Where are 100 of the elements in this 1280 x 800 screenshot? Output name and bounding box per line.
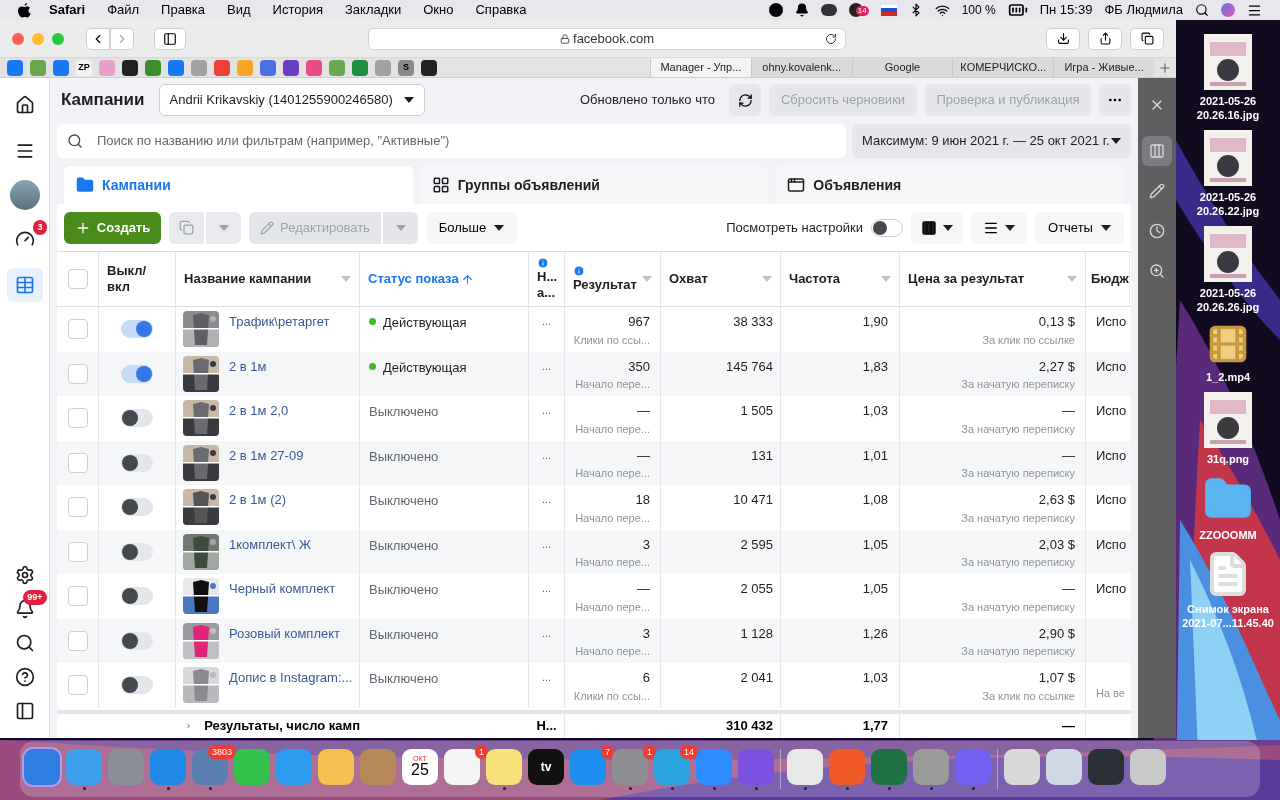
reload-icon[interactable] xyxy=(825,32,837,45)
close-window-button[interactable] xyxy=(12,32,24,45)
menu-item[interactable]: Файл xyxy=(107,0,140,20)
account-dropdown[interactable]: Andrii Krikavskiy (1401255900246580) xyxy=(158,84,425,116)
edit-menu-button[interactable] xyxy=(383,211,418,244)
browser-tab[interactable]: КОМЕРЧИСКО... xyxy=(952,58,1054,77)
clock[interactable]: Пн 15:39 xyxy=(1039,0,1093,20)
reports-button[interactable]: Отчеты xyxy=(1035,211,1124,244)
column-header[interactable]: Н... а... xyxy=(537,269,557,301)
campaign-link[interactable]: 2 в 1м 27-09 xyxy=(229,444,304,465)
flag-icon[interactable] xyxy=(880,4,897,16)
app-icon[interactable] xyxy=(444,748,480,785)
sidebar-button[interactable] xyxy=(154,27,186,50)
row-checkbox[interactable] xyxy=(67,363,88,384)
zoom-window-button[interactable] xyxy=(52,32,64,45)
toggle-switch[interactable] xyxy=(121,409,153,428)
app-icon[interactable] xyxy=(1004,748,1040,785)
column-header[interactable]: Частота xyxy=(789,271,840,287)
bookmark-button[interactable] xyxy=(283,59,299,76)
browser-tab[interactable]: Google xyxy=(851,58,953,77)
column-header[interactable]: Выкл/ вкл xyxy=(107,263,151,295)
back-button[interactable] xyxy=(86,27,110,50)
bell-icon[interactable] xyxy=(794,3,809,17)
side-tool-button[interactable] xyxy=(1142,136,1172,166)
level-tab[interactable]: Объявления xyxy=(775,166,1124,204)
row-checkbox[interactable] xyxy=(67,586,88,607)
column-header[interactable]: Название кампании xyxy=(184,271,312,287)
row-checkbox[interactable] xyxy=(67,408,88,429)
app-icon[interactable] xyxy=(913,748,949,785)
browser-tab[interactable]: Manager - Упр... xyxy=(650,58,751,77)
search-field[interactable]: Поиск по названию или фильтрам (например, "Активные") xyxy=(57,124,846,158)
row-checkbox[interactable] xyxy=(67,675,88,696)
row-checkbox[interactable] xyxy=(67,541,88,562)
toggle-switch[interactable] xyxy=(121,631,153,650)
campaign-link[interactable]: 2 в 1м (2) xyxy=(229,489,287,510)
menu-item[interactable]: Закладки xyxy=(345,0,402,20)
app-icon[interactable] xyxy=(318,748,354,785)
campaign-link[interactable]: Черный комплект xyxy=(229,578,336,599)
level-tab[interactable]: Кампании xyxy=(64,166,413,204)
campaign-link[interactable]: 2 в 1м xyxy=(229,355,267,376)
row-checkbox[interactable] xyxy=(67,630,88,651)
row-checkbox[interactable] xyxy=(67,452,88,473)
tabs-overview-button[interactable] xyxy=(1130,27,1164,50)
column-header[interactable]: Цена за результат xyxy=(908,271,1025,287)
wifi-icon[interactable] xyxy=(934,2,950,18)
campaign-link[interactable]: 2 в 1м 2,0 xyxy=(229,400,289,421)
browser-tab[interactable]: ohny.kovalenk... xyxy=(750,58,852,77)
menu-item[interactable]: История xyxy=(272,0,323,20)
toggle-switch[interactable] xyxy=(121,542,153,561)
toggle-switch[interactable] xyxy=(121,364,153,383)
more-button[interactable]: Больше xyxy=(426,211,517,244)
user-name[interactable]: ФБ Людмила xyxy=(1104,0,1183,20)
app-icon[interactable] xyxy=(486,748,522,785)
column-header[interactable]: Бюдж xyxy=(1091,271,1129,287)
app-icon[interactable] xyxy=(234,748,270,785)
toggle-switch[interactable] xyxy=(121,498,153,517)
campaign-link[interactable]: Трафик\ретаргет xyxy=(229,311,330,332)
breakdown-button[interactable] xyxy=(971,211,1027,244)
menu-item[interactable]: Справка xyxy=(475,0,527,20)
bookmark-button[interactable]: S xyxy=(398,59,414,76)
sort-arrow-icon[interactable] xyxy=(460,272,474,286)
app-icon[interactable] xyxy=(1130,748,1166,785)
menu-item[interactable]: Вид xyxy=(227,0,251,20)
toggle-switch[interactable] xyxy=(121,676,153,695)
avatar[interactable] xyxy=(9,180,40,210)
app-icon[interactable] xyxy=(1088,748,1124,785)
campaign-link[interactable]: 1комплект\ Ж xyxy=(229,533,312,554)
select-all-checkbox[interactable] xyxy=(67,269,88,289)
row-checkbox[interactable] xyxy=(67,319,88,340)
duplicate-menu-button[interactable] xyxy=(206,211,241,244)
siri-icon[interactable] xyxy=(1221,3,1235,17)
column-header[interactable]: Охват xyxy=(669,271,708,287)
campaign-link[interactable]: Розовый комплект xyxy=(229,622,340,643)
control-center-icon[interactable] xyxy=(1247,2,1262,18)
create-button[interactable]: Создать xyxy=(64,211,161,244)
bookmark-button[interactable]: ZP xyxy=(76,59,92,76)
info-icon[interactable] xyxy=(573,265,585,277)
bookmark-button[interactable] xyxy=(421,59,437,76)
toggle-switch[interactable] xyxy=(121,587,153,606)
column-header[interactable]: Статус показа xyxy=(368,271,459,287)
row-checkbox[interactable] xyxy=(67,497,88,518)
address-bar[interactable]: facebook.com xyxy=(368,27,846,50)
search-icon[interactable] xyxy=(1195,3,1209,17)
new-tab-icon[interactable] xyxy=(1158,60,1172,75)
share-button[interactable] xyxy=(1088,27,1122,50)
view-settings-toggle[interactable] xyxy=(871,218,903,237)
downloads-button[interactable] xyxy=(1046,27,1080,50)
bookmark-button[interactable] xyxy=(122,59,138,76)
refresh-button[interactable] xyxy=(729,84,761,116)
menu-item[interactable]: Окно xyxy=(423,0,454,20)
menu-item[interactable]: Safari xyxy=(49,0,86,20)
toggle-switch[interactable] xyxy=(121,320,153,339)
info-icon[interactable] xyxy=(537,257,549,269)
app-icon[interactable]: tv xyxy=(528,748,564,785)
date-range-picker[interactable]: Максимум: 9 июн 2021 г. — 25 окт 2021 г. xyxy=(852,124,1131,158)
level-tab[interactable]: Группы объявлений xyxy=(419,166,769,204)
column-header[interactable]: Результат xyxy=(573,277,637,293)
app-icon[interactable] xyxy=(787,748,823,785)
toggle-switch[interactable] xyxy=(121,453,153,472)
columns-button[interactable] xyxy=(911,211,963,244)
